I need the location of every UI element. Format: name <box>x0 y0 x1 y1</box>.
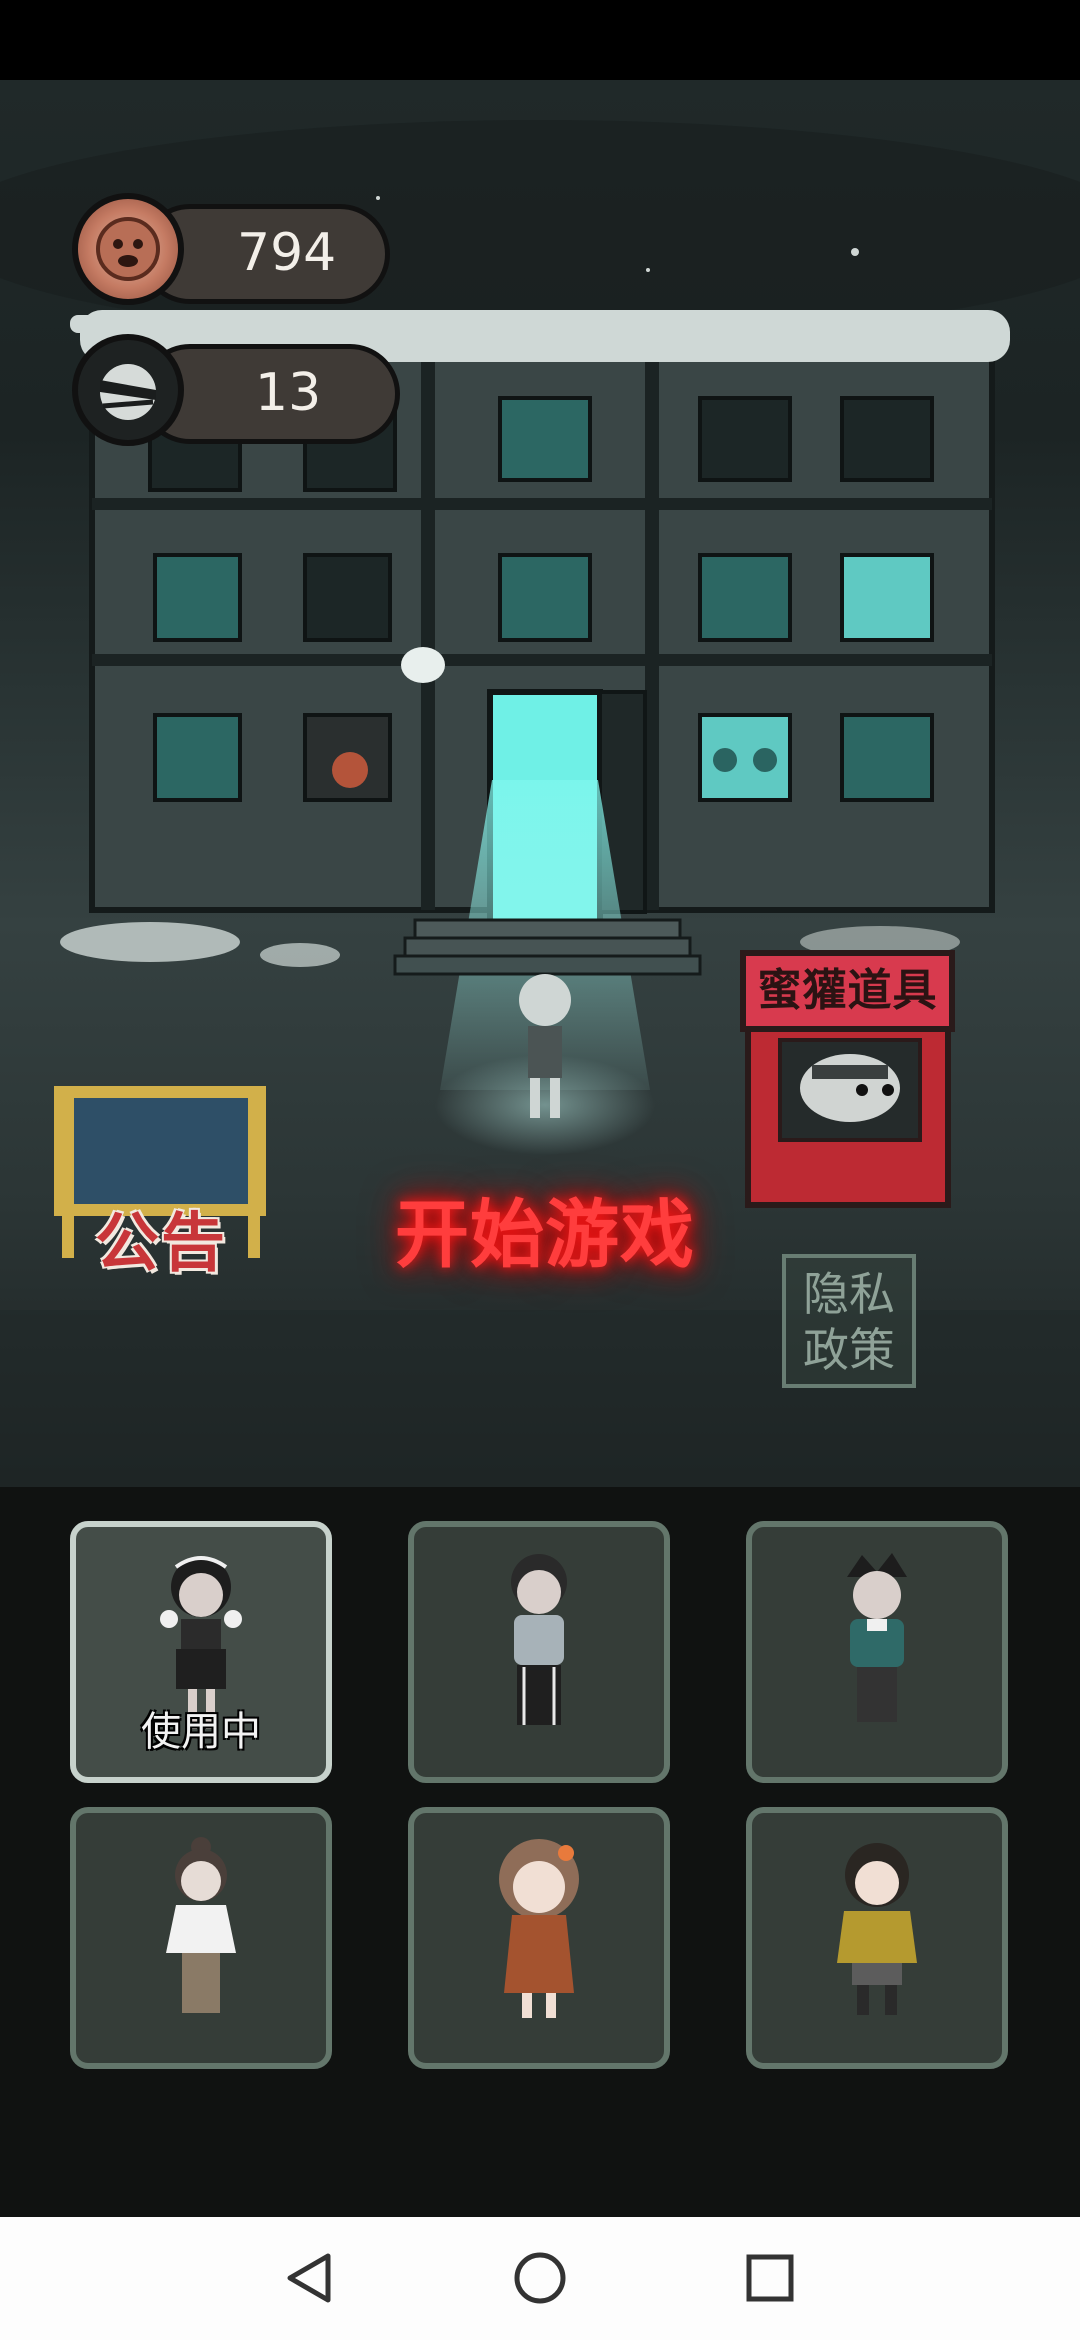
boy-green-sweater-avatar <box>847 1553 907 1722</box>
monster-head-icon <box>72 334 184 446</box>
character-card-girl-pigtails[interactable]: 使用中 <box>70 1521 332 1783</box>
game-scene: 794 13 公告 开始游戏 蜜獾道具 隐私 政策 <box>0 80 1080 1487</box>
privacy-label-line1: 隐私 <box>803 1267 895 1321</box>
coin-count: 794 <box>237 223 337 283</box>
girl-white-shirt-avatar <box>166 1837 236 2013</box>
privacy-label-line2: 政策 <box>803 1323 895 1377</box>
status-bar <box>0 0 1080 80</box>
girl-yellow-jacket-avatar <box>837 1843 917 2015</box>
character-card-girl-white-shirt[interactable] <box>70 1807 332 2069</box>
character-card-boy-green-sweater[interactable] <box>746 1521 1008 1783</box>
character-card-girl-orange-dress[interactable] <box>408 1807 670 2069</box>
privacy-policy-button[interactable]: 隐私 政策 <box>782 1254 916 1388</box>
circle-home-icon <box>514 2252 566 2304</box>
announcement-board[interactable]: 公告 <box>56 1170 266 1335</box>
energy-count: 13 <box>255 363 322 423</box>
badger-coin-icon <box>72 193 184 305</box>
announcement-label: 公告 <box>95 1206 227 1281</box>
triangle-back-icon <box>287 2253 331 2303</box>
start-game-button[interactable]: 开始游戏 <box>380 1175 710 1278</box>
character-card-boy-grey-hoodie[interactable] <box>408 1521 670 1783</box>
shop-button[interactable]: 蜜獾道具 <box>740 950 955 1032</box>
in-use-label: 使用中 <box>141 1709 261 1755</box>
character-selection-panel: 使用中 <box>0 1487 1080 2217</box>
square-recents-icon <box>746 2254 794 2302</box>
back-button[interactable] <box>250 2217 370 2340</box>
boy-grey-hoodie-avatar <box>511 1554 567 1725</box>
system-navigation-bar <box>0 2217 1080 2340</box>
character-card-girl-yellow-jacket[interactable] <box>746 1807 1008 2069</box>
recents-button[interactable] <box>710 2217 830 2340</box>
girl-orange-dress-avatar <box>499 1839 579 2018</box>
home-button[interactable] <box>480 2217 600 2340</box>
